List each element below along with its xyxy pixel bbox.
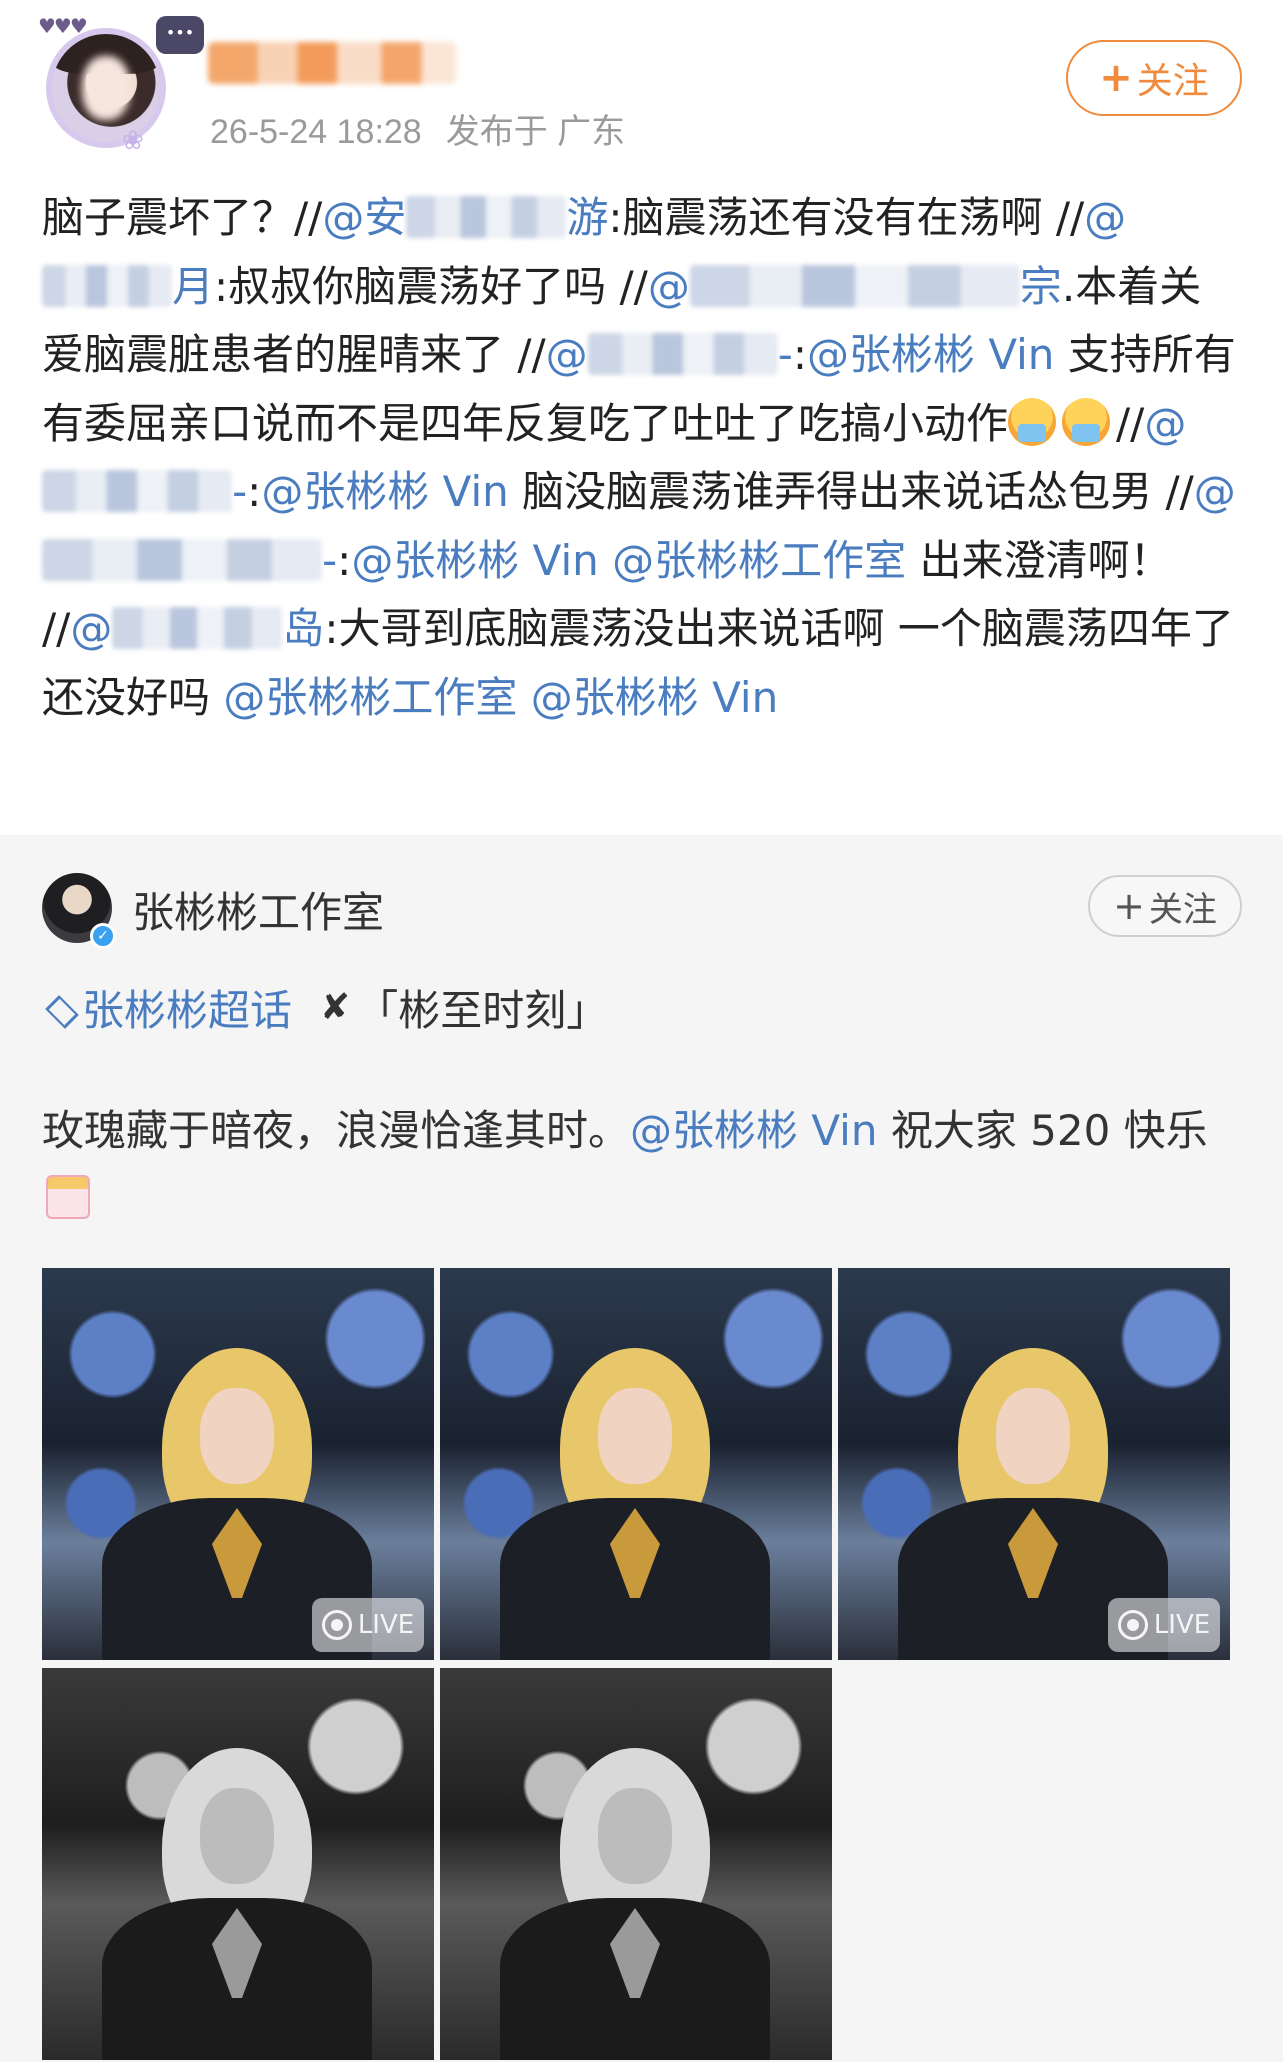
original-text: 玫瑰藏于暗夜，浪漫恰逢其时。@张彬彬 Vin 祝大家 520 快乐 (42, 1097, 1242, 1233)
avatar-face (82, 56, 130, 120)
original-follow-button[interactable]: + 关注 (1088, 875, 1242, 937)
live-label: LIVE (357, 1610, 415, 1640)
photo-figure-face (200, 1788, 274, 1884)
crying-emoji-icon (1062, 397, 1111, 446)
photo-figure-face (598, 1788, 672, 1884)
repost-text-segment: : (337, 535, 352, 585)
mention-link[interactable]: @安 (322, 193, 406, 242)
user-avatar[interactable]: ♥♥♥ ••• ❀ (38, 14, 204, 156)
live-photo-icon (1117, 1610, 1148, 1640)
original-follow-label: 关注 (1148, 889, 1217, 930)
repost-text-segment: 脑没脑震荡谁弄得出来说话怂包男 // (508, 467, 1194, 516)
repost-text-segment: : (792, 330, 807, 379)
photo-figure-face (598, 1388, 672, 1484)
original-post-card[interactable]: ✓ 张彬彬工作室 + 关注 张彬彬超话 ✘ 「彬至时刻」 玫瑰藏于暗夜，浪漫恰逢… (0, 835, 1283, 2062)
mention-link[interactable]: @ (70, 604, 112, 653)
mention-link[interactable]: - (232, 467, 247, 516)
live-badge: LIVE (1108, 1598, 1220, 1652)
blurred-username (42, 264, 172, 307)
live-badge: LIVE (312, 1598, 424, 1652)
mention-link[interactable]: @张彬彬 Vin (630, 1106, 877, 1155)
supertopic-label: 张彬彬超话 (82, 986, 293, 1035)
mention-link[interactable]: @ (546, 330, 588, 379)
repost-text-segment: : (247, 467, 262, 516)
repost-text: 脑子震坏了？//@安 游:脑震荡还有没有在荡啊 //@月:叔叔你脑震荡好了吗 //… (42, 184, 1242, 732)
post-timestamp: 26-5-24 18:28 (210, 113, 422, 151)
post-photo[interactable]: LIVE (838, 1268, 1230, 1660)
follow-button[interactable]: + 关注 (1066, 40, 1242, 116)
blurred-username (42, 470, 232, 512)
repost-text-segment: 脑子震坏了？// (42, 193, 323, 242)
crying-emoji-icon (1008, 397, 1057, 446)
post-photo[interactable]: LIVE (42, 1268, 434, 1660)
chat-bubble-icon: ••• (156, 16, 204, 54)
mention-link[interactable]: @ (648, 262, 690, 311)
original-author[interactable]: 张彬彬工作室 (132, 879, 384, 940)
mention-link[interactable]: @ (1194, 467, 1236, 516)
mention-link[interactable]: - (778, 330, 793, 379)
post-header: ♥♥♥ ••• ❀ 26-5-24 18:28 发布于 广东 + 关注 (0, 0, 1283, 170)
verified-icon: ✓ (90, 923, 116, 949)
supertopic-link[interactable]: 张彬彬超话 (42, 977, 292, 1038)
post-meta: 26-5-24 18:28 发布于 广东 (210, 104, 625, 153)
live-label: LIVE (1153, 1610, 1211, 1640)
blurred-username (112, 607, 283, 649)
mention-link[interactable]: @张彬彬工作室 (612, 536, 906, 585)
tag-label[interactable]: 「彬至时刻」 (356, 977, 608, 1038)
post-photo[interactable] (440, 1668, 832, 2060)
mention-link[interactable]: @张彬彬 Vin (351, 536, 598, 585)
repost-text-segment (599, 536, 612, 585)
mention-link[interactable]: @张彬彬 Vin (807, 330, 1054, 379)
photo-figure-face (996, 1388, 1070, 1484)
live-photo-icon (321, 1610, 352, 1640)
blurred-username (406, 196, 567, 238)
repost-text-segment: // (1116, 398, 1145, 448)
mention-link[interactable]: - (322, 536, 337, 585)
blurred-username (42, 538, 322, 581)
post-photo[interactable] (42, 1668, 434, 2060)
plus-icon: + (1099, 55, 1133, 101)
mention-link[interactable]: @张彬彬 Vin (261, 467, 508, 516)
mention-link[interactable]: 月 (172, 262, 214, 311)
mention-link[interactable]: 宗 (1020, 262, 1062, 311)
gift-emoji-icon (46, 1175, 90, 1219)
mention-link[interactable]: 游 (566, 193, 608, 242)
tag-x-icon: ✘ (320, 987, 351, 1028)
plus-icon: + (1113, 884, 1145, 928)
repost-text-segment: :脑震荡还有没有在荡啊 // (608, 193, 1085, 242)
post-location: 发布于 广东 (445, 113, 626, 151)
original-text-before: 玫瑰藏于暗夜，浪漫恰逢其时。 (42, 1106, 631, 1155)
repost-text-segment (517, 673, 530, 722)
mention-link[interactable]: @张彬彬 Vin (531, 673, 778, 722)
blurred-username (587, 333, 778, 375)
topic-row: 张彬彬超话 ✘ 「彬至时刻」 (42, 977, 608, 1038)
mention-link[interactable]: @张彬彬工作室 (223, 673, 517, 722)
avatar-image (46, 28, 166, 148)
mention-link[interactable]: 岛 (282, 604, 324, 653)
bow-icon: ❀ (122, 126, 144, 156)
follow-label: 关注 (1136, 61, 1209, 102)
original-text-after: 祝大家 520 快乐 (877, 1106, 1208, 1155)
repost-text-segment: :叔叔你脑震荡好了吗 // (214, 261, 648, 311)
photo-figure-face (200, 1388, 274, 1484)
mention-link[interactable]: @ (1144, 399, 1186, 448)
diamond-icon (42, 990, 78, 1026)
mention-link[interactable]: @ (1084, 193, 1126, 242)
post-photo[interactable] (440, 1268, 832, 1660)
username-blurred[interactable] (208, 42, 456, 84)
blurred-username (689, 264, 1020, 307)
